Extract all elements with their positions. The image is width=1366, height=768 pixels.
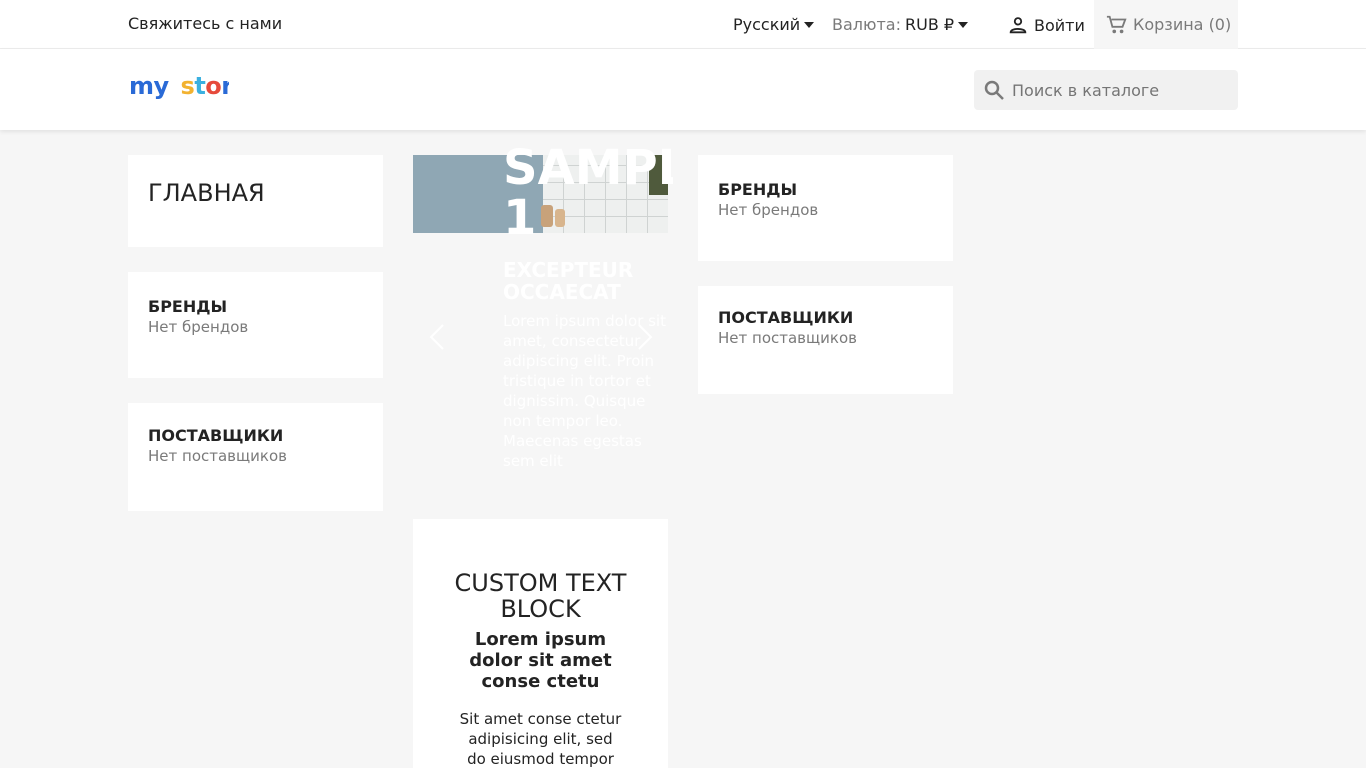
shopping-cart-icon: [1106, 15, 1127, 33]
caret-down-icon: [958, 21, 969, 28]
language-label: Русский: [733, 15, 801, 34]
caret-down-icon: [804, 21, 815, 28]
suppliers-title[interactable]: ПОСТАВЩИКИ: [718, 308, 933, 327]
cart-button[interactable]: Корзина (0): [1094, 0, 1238, 49]
home-link[interactable]: ГЛАВНАЯ: [148, 179, 265, 207]
brands-block-right: БРЕНДЫ Нет брендов: [698, 155, 953, 261]
top-nav-bar: Свяжитесь с нами Русский Валюта: RUB ₽ В…: [0, 0, 1366, 49]
cart-label: Корзина (0): [1133, 15, 1232, 34]
search-icon: [984, 80, 1004, 100]
contact-us-link[interactable]: Свяжитесь с нами: [128, 14, 282, 33]
suppliers-empty-text: Нет поставщиков: [148, 447, 287, 465]
custom-block-text: Sit amet conse ctetur adipisicing elit, …: [459, 710, 622, 768]
search-box[interactable]: [974, 70, 1238, 110]
image-slider[interactable]: SAMPLE 1 EXCEPTEUR OCCAECAT Lorem ipsum …: [413, 143, 673, 470]
custom-block-subtitle: Lorem ipsum dolor sit amet conse ctetu: [469, 629, 612, 692]
custom-text-block: CUSTOM TEXT BLOCK Lorem ipsum dolor sit …: [413, 519, 668, 768]
chevron-right-icon[interactable]: [635, 323, 655, 351]
currency-label: Валюта:: [832, 15, 901, 34]
chevron-left-icon[interactable]: [427, 323, 447, 351]
slide-subtitle: EXCEPTEUR OCCAECAT: [503, 258, 634, 304]
search-input[interactable]: [1012, 80, 1222, 100]
home-block: ГЛАВНАЯ: [128, 155, 383, 247]
brands-title[interactable]: БРЕНДЫ: [148, 297, 363, 316]
brands-block-left: БРЕНДЫ Нет брендов: [128, 272, 383, 378]
slide-title-line1: SAMPLE: [503, 143, 673, 196]
suppliers-block-right: ПОСТАВЩИКИ Нет поставщиков: [698, 286, 953, 394]
custom-block-title: CUSTOM TEXT BLOCK: [454, 569, 627, 623]
slide-title-line2: 1: [503, 190, 537, 243]
sign-in-link[interactable]: Войти: [1007, 14, 1085, 36]
suppliers-empty-text: Нет поставщиков: [718, 329, 857, 347]
store-logo[interactable]: my store: [129, 72, 249, 112]
svg-text:my store: my store: [129, 72, 229, 100]
suppliers-block-left: ПОСТАВЩИКИ Нет поставщиков: [128, 403, 383, 511]
sign-in-label: Войти: [1034, 15, 1085, 35]
logo-image: my store: [129, 72, 249, 100]
slide-title: SAMPLE 1: [503, 143, 673, 243]
brands-empty-text: Нет брендов: [148, 318, 249, 336]
currency-value: RUB ₽: [905, 15, 955, 34]
language-selector[interactable]: Русский: [733, 15, 815, 34]
brands-title[interactable]: БРЕНДЫ: [718, 180, 933, 199]
suppliers-title[interactable]: ПОСТАВЩИКИ: [148, 426, 363, 445]
site-header: my store: [0, 49, 1366, 130]
brands-empty-text: Нет брендов: [718, 201, 819, 219]
user-icon: [1009, 17, 1027, 34]
currency-selector[interactable]: Валюта: RUB ₽: [832, 15, 969, 34]
